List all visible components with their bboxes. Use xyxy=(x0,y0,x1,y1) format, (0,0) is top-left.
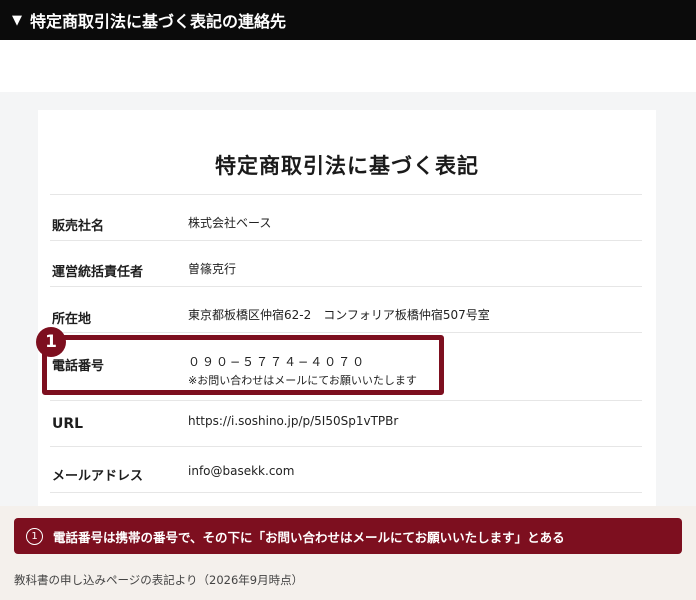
value-seller: 株式会社ベース xyxy=(188,216,272,230)
row-email: メールアドレス info@basekk.com xyxy=(50,446,642,492)
screenshot-area: 特定商取引法に基づく表記 販売社名 株式会社ベース 運営統括責任者 曽篠克行 所… xyxy=(0,92,696,506)
header-title: 特定商取引法に基づく表記の連絡先 xyxy=(30,12,287,31)
row-address: 所在地 東京都板橋区仲宿62-2 コンフォリア板橋仲宿507号室 xyxy=(50,286,642,332)
highlight-number-badge: 1 xyxy=(36,327,66,357)
label-url: URL xyxy=(52,416,84,432)
value-address: 東京都板橋区仲宿62-2 コンフォリア板橋仲宿507号室 xyxy=(188,308,490,322)
row-partial xyxy=(50,492,642,506)
spacer xyxy=(0,40,696,92)
card-title: 特定商取引法に基づく表記 xyxy=(215,154,479,178)
caption-number-icon: 1 xyxy=(26,527,43,545)
value-manager: 曽篠克行 xyxy=(188,262,237,276)
row-seller: 販売社名 株式会社ベース xyxy=(50,194,642,240)
row-manager: 運営統括責任者 曽篠克行 xyxy=(50,240,642,286)
label-seller: 販売社名 xyxy=(52,219,105,234)
label-manager: 運営統括責任者 xyxy=(52,265,144,280)
label-email: メールアドレス xyxy=(52,469,144,484)
caption-text: 電話番号は携帯の番号で、その下に「お問い合わせはメールにてお願いいたします」とあ… xyxy=(53,529,565,545)
row-url: URL https://i.soshino.jp/p/5I50Sp1vTPBr xyxy=(50,400,642,446)
header-bar: ▼ 特定商取引法に基づく表記の連絡先 xyxy=(0,0,696,40)
source-note: 教科書の申し込みページの表記より（2026年9月時点） xyxy=(14,573,304,587)
value-email[interactable]: info@basekk.com xyxy=(188,464,294,478)
value-url[interactable]: https://i.soshino.jp/p/5I50Sp1vTPBr xyxy=(188,414,398,428)
label-address: 所在地 xyxy=(52,312,92,327)
highlight-box xyxy=(42,335,444,395)
triangle-down-icon: ▼ xyxy=(12,12,22,28)
info-card: 特定商取引法に基づく表記 販売社名 株式会社ベース 運営統括責任者 曽篠克行 所… xyxy=(38,110,656,506)
caption-bar: 1 電話番号は携帯の番号で、その下に「お問い合わせはメールにてお願いいたします」… xyxy=(14,518,682,554)
